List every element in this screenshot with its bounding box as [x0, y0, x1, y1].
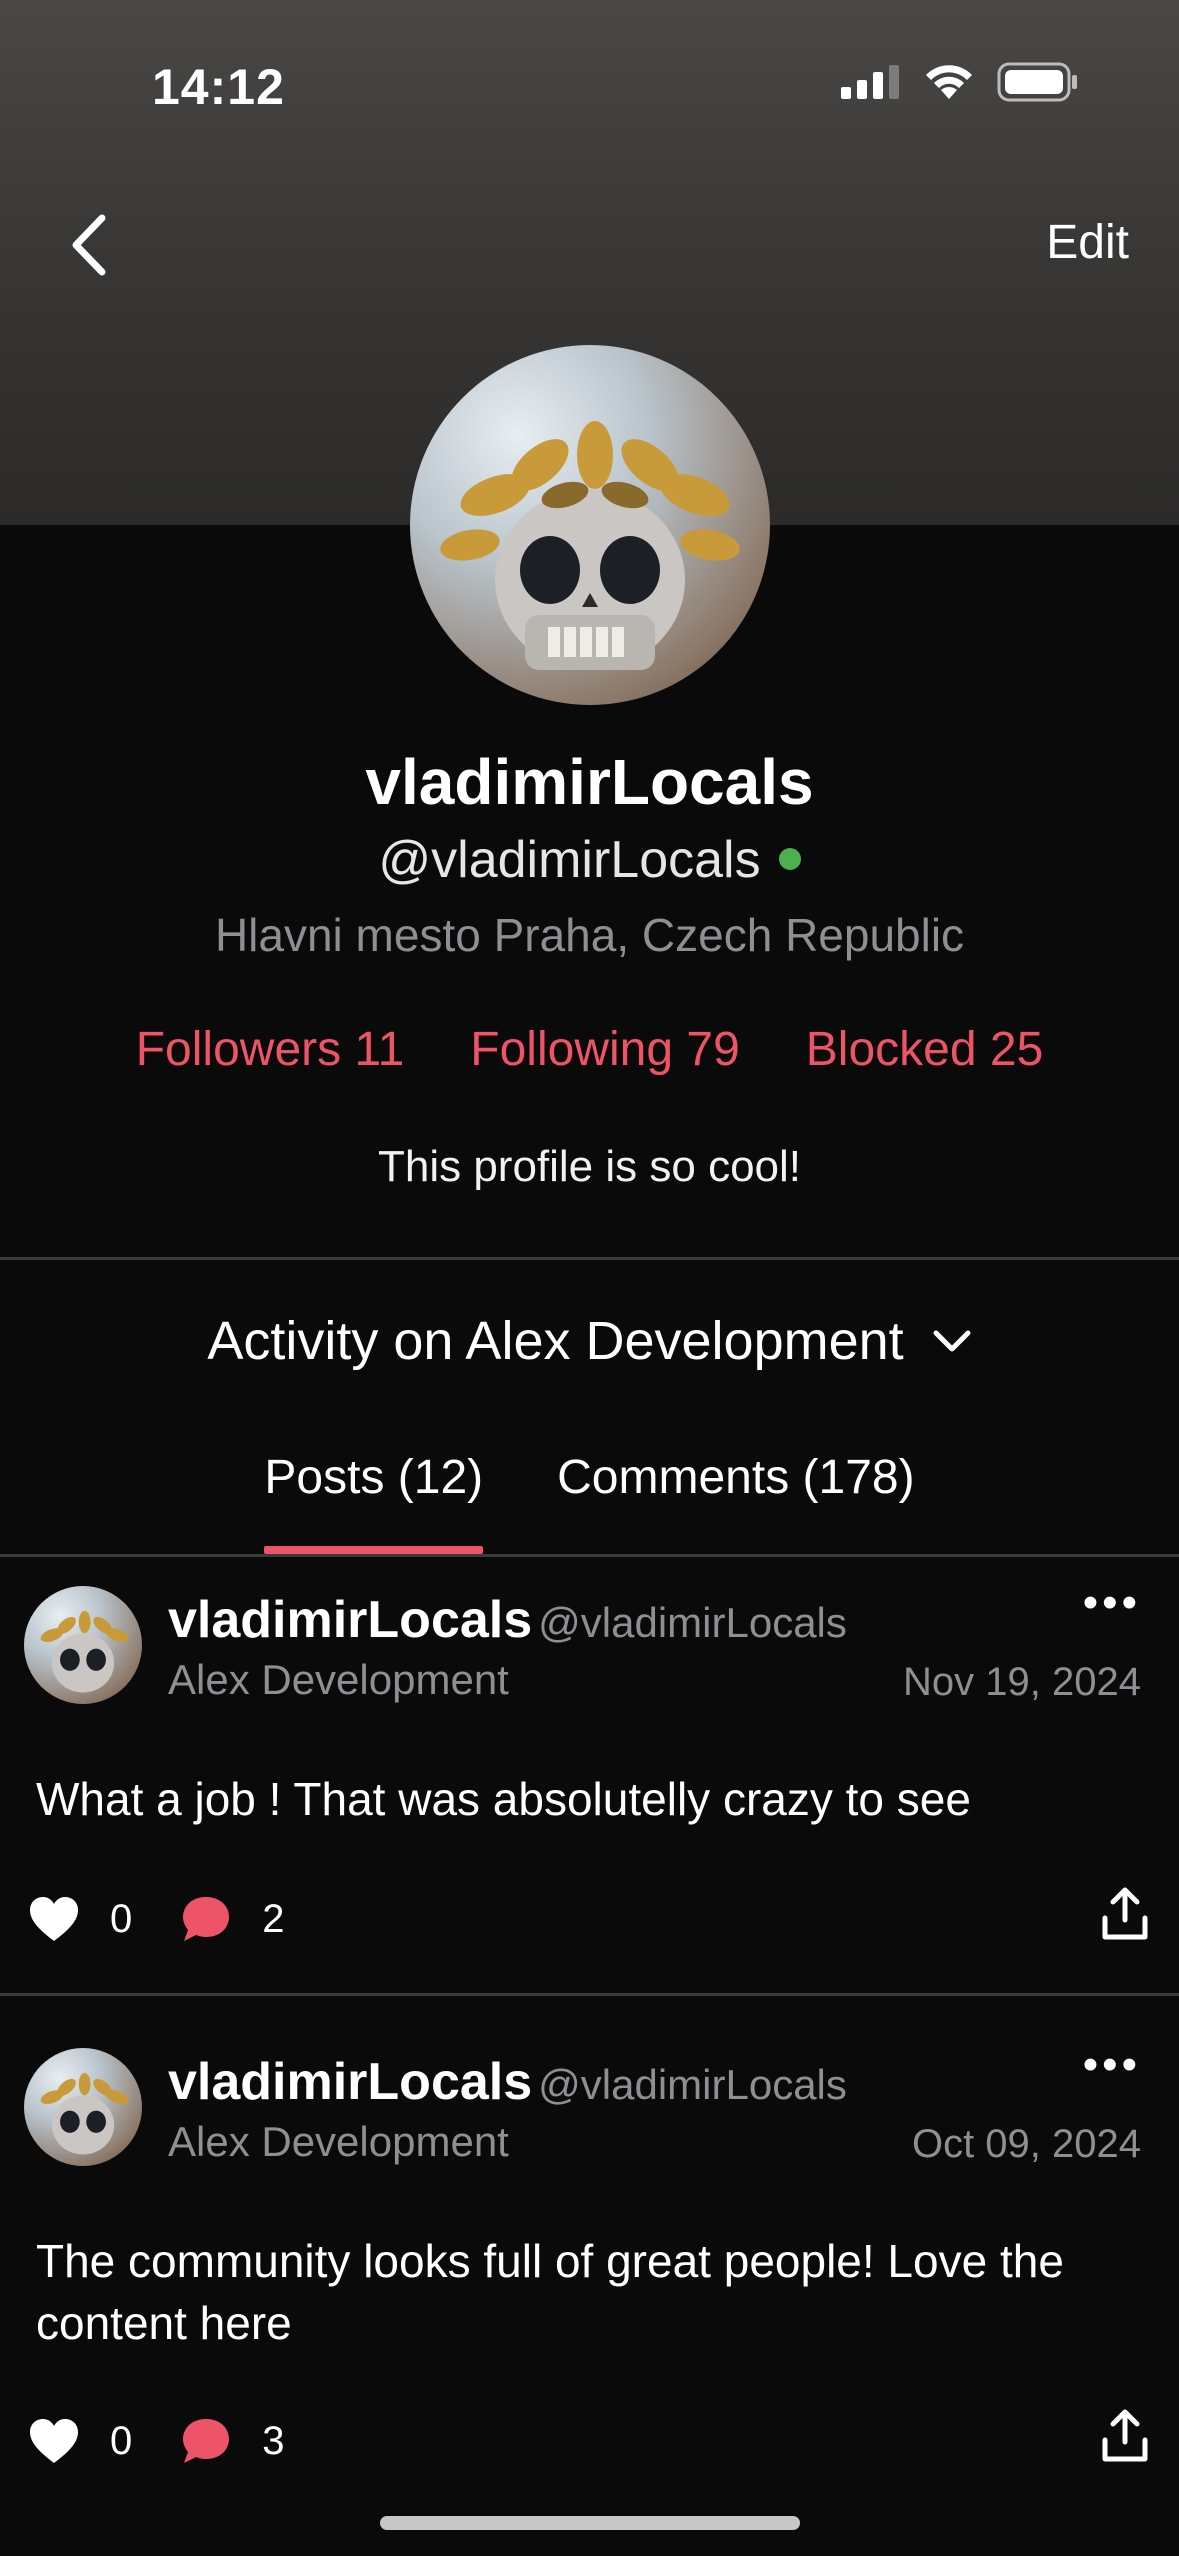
post-author-name[interactable]: vladimirLocals: [168, 1591, 532, 1649]
post-card[interactable]: vladimirLocals @vladimirLocals ••• Alex D…: [0, 2018, 1179, 2518]
activity-dropdown[interactable]: Activity on Alex Development: [0, 1310, 1179, 1372]
comment-count: 3: [262, 2418, 285, 2463]
battery-icon: [997, 62, 1077, 102]
post-author-row: vladimirLocals @vladimirLocals: [168, 2052, 847, 2112]
back-button[interactable]: [58, 210, 118, 280]
blocked-link[interactable]: Blocked 25: [806, 1022, 1044, 1077]
post-author-handle: @vladimirLocals: [538, 1599, 847, 1646]
profile-bio: This profile is so cool!: [377, 1142, 802, 1191]
skull-avatar-image: [40, 1610, 129, 1693]
status-icons: [841, 62, 1079, 102]
post-body[interactable]: What a job ! That was absolutelly crazy …: [36, 1768, 1119, 1830]
section-divider: [0, 1257, 1179, 1260]
profile-location: Hlavni mesto Praha, Czech Republic: [214, 909, 965, 961]
chevron-down-icon: [933, 1330, 971, 1352]
comment-bubble-icon: [183, 1897, 230, 1941]
share-icon: [1102, 1887, 1148, 1940]
post-author-handle: @vladimirLocals: [538, 2061, 847, 2108]
post-community[interactable]: Alex Development: [168, 2118, 509, 2166]
status-time: 14:12: [152, 59, 285, 115]
chevron-left-icon: [72, 214, 106, 276]
heart-icon: [30, 1897, 78, 1941]
tab-comments[interactable]: Comments (178): [557, 1450, 914, 1554]
post-author-row: vladimirLocals @vladimirLocals: [168, 1590, 847, 1650]
edit-button[interactable]: Edit: [1046, 215, 1129, 270]
post-body[interactable]: The community looks full of great people…: [36, 2230, 1119, 2354]
heart-icon: [30, 2419, 78, 2463]
cellular-signal-icon: [841, 65, 899, 99]
post-date: Nov 19, 2024: [903, 1660, 1141, 1704]
post-date: Oct 09, 2024: [911, 2122, 1141, 2166]
post-divider: [0, 1993, 1179, 1996]
post-author-avatar[interactable]: [24, 2048, 142, 2166]
followers-link[interactable]: Followers 11: [136, 1022, 405, 1077]
activity-label: Activity on Alex Development: [207, 1311, 904, 1371]
skull-avatar-image: [40, 2072, 129, 2155]
share-button[interactable]: [1101, 2408, 1149, 2474]
like-button[interactable]: 0: [28, 2417, 132, 2465]
post-community[interactable]: Alex Development: [168, 1656, 509, 1704]
share-icon: [1102, 2409, 1148, 2462]
like-button[interactable]: 0: [28, 1895, 132, 1943]
like-count: 0: [110, 2418, 133, 2463]
like-count: 0: [110, 1896, 133, 1941]
profile-handle: @vladimirLocals: [378, 831, 761, 889]
post-author-name[interactable]: vladimirLocals: [168, 2053, 532, 2111]
profile-name: vladimirLocals: [365, 746, 814, 818]
post-actions: 0 2: [28, 1886, 1149, 1952]
comment-bubble-icon: [183, 2419, 230, 2463]
home-indicator[interactable]: [380, 2516, 800, 2530]
profile-handle-row: @vladimirLocals: [0, 830, 1179, 890]
more-options-icon[interactable]: •••: [1083, 2040, 1141, 2090]
tab-posts[interactable]: Posts (12): [264, 1450, 483, 1554]
post-author-avatar[interactable]: [24, 1586, 142, 1704]
comment-count: 2: [262, 1896, 285, 1941]
content-tabs: Posts (12) Comments (178): [0, 1450, 1179, 1554]
share-button[interactable]: [1101, 1886, 1149, 1952]
comment-button[interactable]: 3: [180, 2416, 285, 2466]
following-link[interactable]: Following 79: [470, 1022, 739, 1077]
profile-stats: Followers 11 Following 79 Blocked 25: [0, 1022, 1179, 1077]
comment-button[interactable]: 2: [180, 1894, 285, 1944]
profile-avatar[interactable]: [410, 345, 770, 705]
more-options-icon[interactable]: •••: [1083, 1578, 1141, 1628]
wifi-icon: [926, 65, 972, 99]
post-card[interactable]: vladimirLocals @vladimirLocals ••• Alex D…: [0, 1556, 1179, 1993]
skull-avatar-image: [440, 421, 740, 670]
online-status-dot: [778, 848, 801, 871]
post-actions: 0 3: [28, 2408, 1149, 2474]
